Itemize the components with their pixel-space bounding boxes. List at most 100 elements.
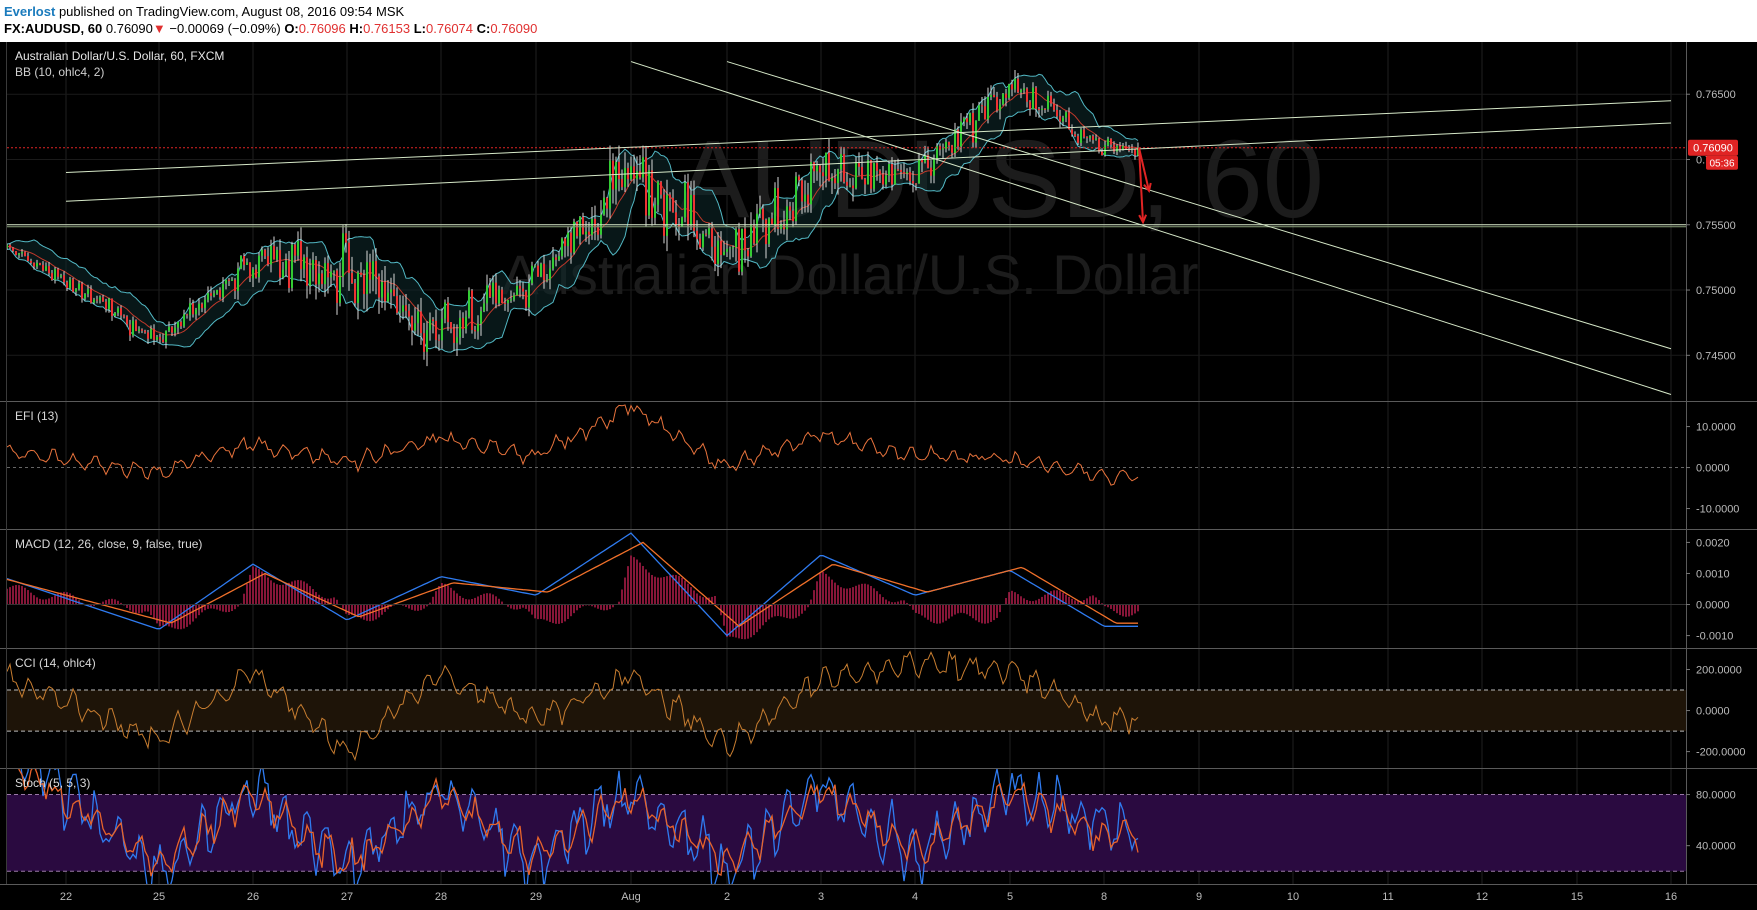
time-label-27: 27 <box>341 891 353 903</box>
candle-body <box>810 162 812 205</box>
candle-body <box>138 329 140 332</box>
candle-body <box>1023 88 1025 91</box>
candle-body <box>792 210 794 222</box>
candle-body <box>279 249 281 278</box>
panel-tick-label: -10.0000 <box>1696 504 1739 516</box>
candle-body <box>1035 87 1037 109</box>
time-label-22: 22 <box>60 891 72 903</box>
candle-body <box>672 197 674 213</box>
candle-body <box>960 121 962 147</box>
candle-body <box>843 154 845 182</box>
candle-body <box>888 164 890 176</box>
watermark-name: Australian Dollar/U.S. Dollar <box>501 243 1198 306</box>
candle-body <box>1101 151 1103 156</box>
candle-body <box>684 182 686 218</box>
candle-body <box>549 268 551 280</box>
candle-body <box>12 247 14 252</box>
candle-body <box>471 290 473 330</box>
candle-body <box>360 272 362 275</box>
candle-body <box>834 178 836 184</box>
time-label-Aug: Aug <box>621 891 641 903</box>
candle-body <box>747 250 749 257</box>
candle-body <box>297 241 299 256</box>
candle-body <box>522 288 524 292</box>
candle-body <box>630 166 632 180</box>
candle-body <box>804 194 806 202</box>
candle-body <box>1065 112 1067 118</box>
candle-body <box>315 260 317 285</box>
candle-body <box>543 263 545 281</box>
candle-body <box>432 319 434 322</box>
candle-body <box>492 282 494 297</box>
candle-body <box>798 176 800 181</box>
candle-body <box>57 269 59 277</box>
candle-body <box>171 326 173 333</box>
candle-body <box>1086 136 1088 138</box>
chart-canvas[interactable]: AUDUSD, 60Australian Dollar/U.S. Dollar0… <box>0 42 1757 910</box>
candle-body <box>840 154 842 170</box>
candle-body <box>36 262 38 267</box>
candle-body <box>336 270 338 303</box>
time-label-29: 29 <box>530 891 542 903</box>
candle-body <box>1026 88 1028 102</box>
candle-body <box>465 316 467 330</box>
low-label: L: <box>413 21 427 36</box>
panel-band-fill-3 <box>7 690 1686 732</box>
candle-body <box>621 179 623 188</box>
candle-body <box>423 333 425 352</box>
candle-body <box>120 308 122 316</box>
candle-body <box>1092 136 1094 140</box>
candle-body <box>225 279 227 284</box>
candle-body <box>144 330 146 333</box>
panel-tick-label: 80.0000 <box>1696 790 1736 802</box>
candle-body <box>198 303 200 310</box>
candle-body <box>48 266 50 274</box>
candle-body <box>177 321 179 328</box>
candle-body <box>615 161 617 190</box>
candle-body <box>84 293 86 299</box>
candle-body <box>720 240 722 256</box>
candle-body <box>789 206 791 211</box>
candle-body <box>498 289 500 304</box>
candle-body <box>21 252 23 254</box>
candle-body <box>852 185 854 189</box>
candle-body <box>180 321 182 327</box>
candle-body <box>462 318 464 330</box>
price-panel-title: Australian Dollar/U.S. Dollar, 60, FXCM <box>15 49 224 63</box>
candle-body <box>915 183 917 185</box>
time-label-11: 11 <box>1382 891 1393 903</box>
candle-body <box>948 142 950 146</box>
candle-body <box>666 194 668 236</box>
candle-body <box>891 164 893 185</box>
candle-body <box>159 336 161 340</box>
candle-body <box>603 197 605 215</box>
candle-body <box>897 169 899 171</box>
author-link[interactable]: Everlost <box>4 4 55 19</box>
candle-body <box>699 238 701 248</box>
candle-body <box>999 104 1001 111</box>
candle-body <box>129 324 131 336</box>
time-label-2: 2 <box>724 891 730 903</box>
candle-body <box>861 166 863 180</box>
candle-body <box>690 194 692 226</box>
high-label: H: <box>349 21 364 36</box>
candle-body <box>624 167 626 188</box>
candle-body <box>516 285 518 296</box>
candle-body <box>795 176 797 222</box>
price-tick-label: 0.76500 <box>1696 89 1736 101</box>
candle-body <box>267 256 269 265</box>
candle-body <box>546 279 548 281</box>
candle-body <box>438 339 440 341</box>
candle-body <box>636 171 638 180</box>
candle-body <box>513 295 515 300</box>
candle-body <box>453 328 455 343</box>
publish-line: Everlost published on TradingView.com, A… <box>4 4 404 19</box>
candle-body <box>930 167 932 176</box>
candle-body <box>822 172 824 177</box>
panel-title-3: CCI (14, ohlc4) <box>15 656 96 670</box>
candle-body <box>456 337 458 343</box>
candle-body <box>933 159 935 176</box>
candle-body <box>996 96 998 111</box>
candle-body <box>660 181 662 195</box>
candle-body <box>183 314 185 327</box>
